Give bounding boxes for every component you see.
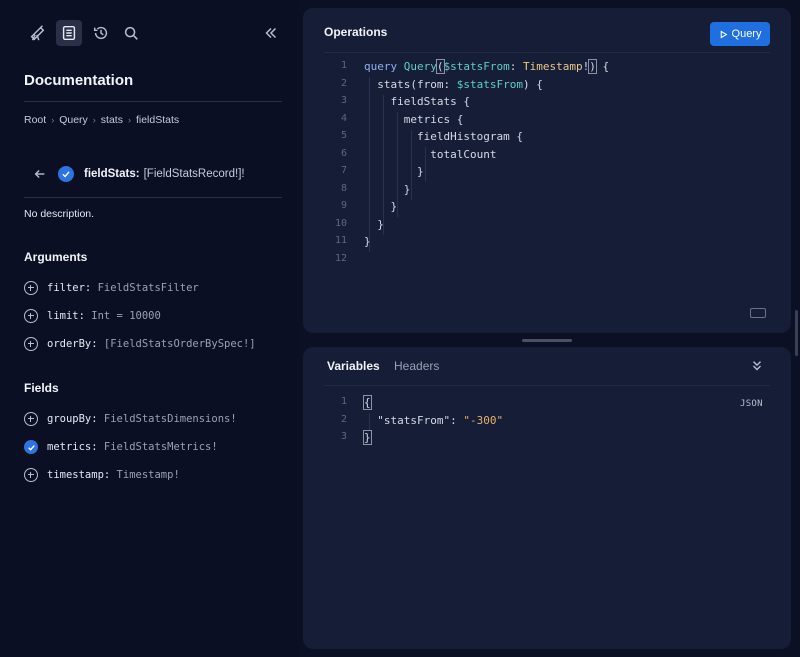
line-number: 9 [340,200,347,211]
operations-title: Operations [324,25,388,39]
code-line: } [364,200,398,213]
chevron-down-icon[interactable] [750,359,766,375]
code-line: totalCount [364,147,497,161]
json-key: "statsFrom" [377,413,451,427]
field-item-name: metrics: [47,441,98,453]
divider [24,197,282,198]
tab-headers[interactable]: Headers [394,359,439,373]
breadcrumb: Root › Query › stats › fieldStats [24,114,179,126]
field-item-groupby[interactable]: groupBy: FieldStatsDimensions! [24,411,237,427]
code-line: } [363,430,372,445]
line-number: 8 [340,182,347,194]
code-line: metrics { [364,112,464,126]
history-icon[interactable] [88,20,114,46]
code-line: } [364,217,384,231]
variables-panel: Variables Headers JSON 1 { 2 "statsFrom":… [303,347,791,649]
field-item-type[interactable]: FieldStatsMetrics! [104,441,218,453]
fields-heading: Fields [24,381,59,395]
scrollbar[interactable] [795,310,798,356]
code-line: "statsFrom": "-300" [377,413,504,427]
field-name: fieldStats: [84,168,140,180]
documentation-sidebar: Documentation Root › Query › stats › fie… [0,0,298,657]
field-header: fieldStats: [FieldStatsRecord!]! [32,164,245,184]
editor-resize-handle[interactable] [522,339,572,342]
field-item-type[interactable]: FieldStatsDimensions! [104,413,237,425]
keyboard-shortcuts-icon[interactable] [750,308,766,318]
line-number: 1 [340,60,347,71]
line-number: 3 [340,431,347,442]
field-type[interactable]: [FieldStatsRecord!]! [144,168,245,180]
argument-type[interactable]: Int = 10000 [91,310,161,322]
line-number: 12 [334,252,347,264]
field-item-type[interactable]: Timestamp! [117,469,180,481]
checkmark-icon[interactable] [58,166,74,182]
plus-circle-icon[interactable] [24,412,38,426]
docs-icon[interactable] [56,20,82,46]
code-line: } [364,165,424,178]
code-line: fieldHistogram { [364,130,523,143]
breadcrumb-item-root[interactable]: Root [24,114,46,126]
arguments-heading: Arguments [24,250,88,264]
search-icon[interactable] [118,20,144,46]
breadcrumb-separator: › [92,115,96,125]
collapse-icon[interactable] [258,20,284,46]
line-number: 2 [340,77,347,89]
argument-item-limit[interactable]: limit: Int = 10000 [24,308,161,324]
plus-circle-icon[interactable] [24,468,38,482]
tab-variables[interactable]: Variables [327,359,380,373]
operations-panel: Operations Query 1 query Query($statsFrom… [303,8,791,333]
line-number: 7 [340,165,347,176]
run-query-button[interactable]: Query [710,22,770,46]
run-query-label: Query [731,28,762,40]
line-number: 2 [340,413,347,425]
play-icon [720,30,728,38]
line-number: 10 [334,217,347,229]
plus-circle-icon[interactable] [24,337,38,351]
breadcrumb-separator: › [127,115,131,125]
code-line: } [364,235,371,248]
breadcrumb-item-query[interactable]: Query [59,114,88,126]
argument-name: orderBy: [47,338,98,350]
argument-type[interactable]: [FieldStatsOrderBySpec!] [104,338,256,350]
page-title: Documentation [24,72,134,89]
plus-circle-icon[interactable] [24,309,38,323]
sidebar-toolbar [24,20,282,48]
line-number: 3 [340,95,347,106]
field-item-name: timestamp: [47,469,111,481]
plus-circle-icon[interactable] [24,281,38,295]
code-line: stats(from: $statsFrom) { [364,77,543,91]
code-line: { [363,395,372,410]
argument-name: limit: [47,310,85,322]
checkmark-icon[interactable] [24,440,38,454]
argument-name: filter: [47,282,92,294]
field-item-name: groupBy: [47,413,98,425]
divider [324,52,770,53]
breadcrumb-item-current: fieldStats [135,114,180,126]
breadcrumb-separator: › [51,115,55,125]
back-arrow-icon[interactable] [32,166,48,182]
explorer-icon[interactable] [24,20,50,46]
divider [24,101,282,102]
line-number: 5 [340,130,347,141]
argument-item-filter[interactable]: filter: FieldStatsFilter [24,280,199,296]
field-item-metrics[interactable]: metrics: FieldStatsMetrics! [24,439,218,455]
line-number: 6 [340,147,347,159]
argument-type[interactable]: FieldStatsFilter [98,282,199,294]
json-value: "-300" [463,413,504,427]
breadcrumb-item-stats[interactable]: stats [101,114,123,126]
field-description: No description. [24,208,95,220]
code-line: } [364,182,411,196]
code-line: query Query($statsFrom: Timestamp!) { [364,59,610,74]
line-number: 4 [340,112,347,124]
line-number: 11 [334,235,347,246]
line-number: 1 [340,396,347,407]
code-line: fieldStats { [364,95,470,108]
field-item-timestamp[interactable]: timestamp: Timestamp! [24,467,180,483]
argument-item-orderby[interactable]: orderBy: [FieldStatsOrderBySpec!] [24,336,256,352]
divider [324,385,770,386]
format-label: JSON [740,399,763,409]
